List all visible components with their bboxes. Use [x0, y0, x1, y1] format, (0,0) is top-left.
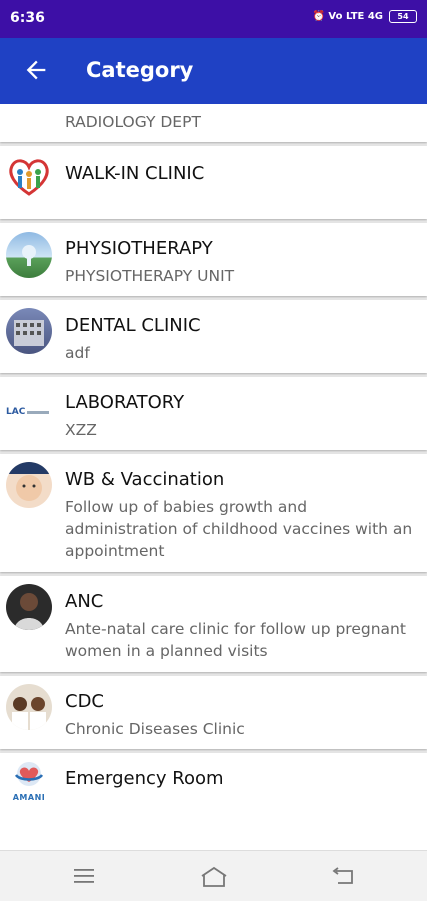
category-name: Emergency Room	[65, 768, 224, 789]
anc-image	[6, 584, 52, 630]
wb-vaccination-image	[6, 462, 52, 508]
walk-in-clinic-logo	[6, 154, 52, 200]
physiotherapy-image	[6, 232, 52, 278]
category-item-wb-vaccination[interactable]: WB & Vaccination Follow up of babies gro…	[0, 454, 427, 572]
category-name: PHYSIOTHERAPY	[65, 238, 213, 259]
laboratory-logo: LAC	[6, 389, 52, 435]
category-list[interactable]: RADIOLOGY DEPT WALK-IN CLINIC PHYSIOTHER…	[0, 104, 427, 850]
status-bar: 6:36 ⏰ Vo LTE 4G 54	[0, 0, 427, 38]
dental-clinic-image	[6, 308, 52, 354]
cdc-image	[6, 684, 52, 730]
category-item-laboratory[interactable]: LAC LABORATORY XZZ	[0, 377, 427, 450]
battery-icon: 54	[389, 10, 417, 23]
menu-icon[interactable]	[73, 866, 95, 886]
category-description: XZZ	[65, 421, 97, 439]
category-description: PHYSIOTHERAPY UNIT	[65, 267, 235, 285]
category-description: adf	[65, 344, 90, 362]
category-item-cdc[interactable]: CDC Chronic Diseases Clinic	[0, 676, 427, 749]
home-icon[interactable]	[199, 866, 229, 888]
category-description: RADIOLOGY DEPT	[65, 113, 201, 131]
category-name: DENTAL CLINIC	[65, 315, 201, 336]
back-arrow-icon[interactable]	[22, 56, 50, 84]
category-item-radiology[interactable]: RADIOLOGY DEPT	[0, 104, 427, 142]
network-icons: ⏰ Vo LTE 4G	[312, 11, 384, 22]
category-name: CDC	[65, 691, 104, 712]
emergency-room-logo: AMANI	[6, 761, 52, 807]
category-name: LABORATORY	[65, 392, 185, 413]
category-item-anc[interactable]: ANC Ante-natal care clinic for follow up…	[0, 576, 427, 672]
category-name: WB & Vaccination	[65, 469, 225, 490]
category-name: ANC	[65, 591, 104, 612]
category-description: Ante-natal care clinic for follow up pre…	[65, 620, 406, 660]
status-time: 6:36	[10, 10, 45, 26]
back-icon[interactable]	[332, 866, 356, 886]
category-item-dental-clinic[interactable]: DENTAL CLINIC adf	[0, 300, 427, 373]
status-icons: ⏰ Vo LTE 4G 54	[312, 10, 417, 23]
category-description: Follow up of babies growth and administr…	[65, 498, 413, 560]
category-item-emergency-room[interactable]: AMANI Emergency Room	[0, 753, 427, 850]
category-item-walk-in-clinic[interactable]: WALK-IN CLINIC	[0, 146, 427, 219]
app-bar: Category	[0, 38, 427, 104]
category-item-physiotherapy[interactable]: PHYSIOTHERAPY PHYSIOTHERAPY UNIT	[0, 223, 427, 296]
category-name: WALK-IN CLINIC	[65, 163, 205, 184]
category-description: Chronic Diseases Clinic	[65, 720, 245, 738]
page-title: Category	[86, 58, 194, 82]
system-navigation-bar	[0, 850, 427, 901]
